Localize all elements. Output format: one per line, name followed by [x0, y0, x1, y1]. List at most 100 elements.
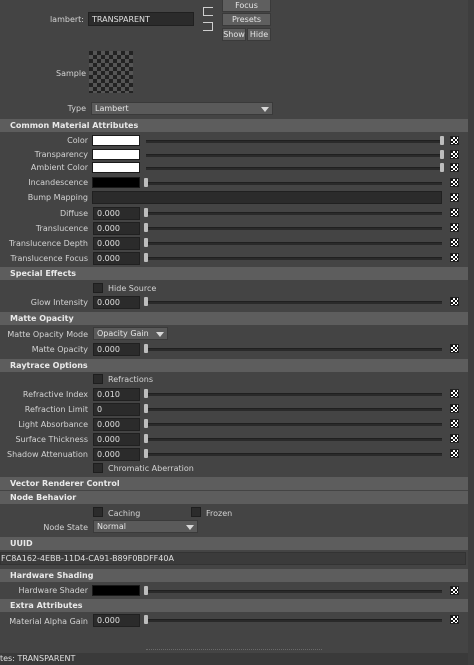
frozen-checkbox[interactable] — [191, 507, 201, 517]
ambient-color-slider-handle[interactable] — [440, 163, 444, 172]
refractive-index-slider-handle[interactable] — [144, 389, 148, 398]
section-matte-opacity[interactable]: Matte Opacity — [0, 312, 468, 325]
translucence-slider[interactable] — [146, 227, 442, 230]
node-state-dropdown[interactable]: Normal — [93, 520, 198, 533]
type-dropdown[interactable]: Lambert — [91, 102, 273, 115]
light-absorbance-map-icon[interactable] — [450, 419, 459, 428]
refraction-limit-slider[interactable] — [146, 408, 442, 411]
section-special-effects[interactable]: Special Effects — [0, 267, 468, 280]
color-map-icon[interactable] — [450, 136, 459, 145]
section-raytrace-options[interactable]: Raytrace Options — [0, 359, 468, 372]
surface-thickness-map-icon[interactable] — [450, 434, 459, 443]
show-button[interactable]: Show — [222, 28, 246, 41]
select-output-icon[interactable] — [203, 22, 213, 31]
material-name-field[interactable]: TRANSPARENT — [88, 12, 194, 26]
ambient-color-swatch[interactable] — [92, 162, 140, 173]
section-uuid[interactable]: UUID — [0, 537, 468, 550]
hide-button[interactable]: Hide — [247, 28, 271, 41]
refractive-index-field[interactable]: 0.010 — [93, 388, 140, 401]
transparency-map-icon[interactable] — [450, 150, 459, 159]
shadow-attenuation-slider-handle[interactable] — [144, 449, 148, 458]
matte-opacity-field[interactable]: 0.000 — [93, 343, 140, 356]
incandescence-map-icon[interactable] — [450, 178, 459, 187]
glow-intensity-map-icon[interactable] — [450, 297, 459, 306]
hardware-shader-swatch[interactable] — [92, 585, 140, 596]
hide-source-checkbox[interactable] — [93, 283, 103, 293]
scrollbar[interactable] — [468, 0, 474, 665]
refractive-index-map-icon[interactable] — [450, 389, 459, 398]
material-alpha-gain-field[interactable]: 0.000 — [93, 614, 140, 627]
shadow-attenuation-slider[interactable] — [146, 453, 442, 456]
ambient-color-map-icon[interactable] — [450, 163, 459, 172]
translucence-depth-field[interactable]: 0.000 — [93, 237, 140, 250]
glow-intensity-slider[interactable] — [146, 301, 442, 304]
uuid-field[interactable]: FC8A162-4EBB-11D4-CA91-B89F0BDFF40A — [0, 552, 466, 565]
refraction-limit-slider-handle[interactable] — [144, 404, 148, 413]
caching-checkbox[interactable] — [93, 507, 103, 517]
shadow-attenuation-map-icon[interactable] — [450, 449, 459, 458]
surface-thickness-slider-handle[interactable] — [144, 434, 148, 443]
section-node-behavior[interactable]: Node Behavior — [0, 491, 468, 504]
translucence-focus-map-icon[interactable] — [450, 253, 459, 262]
presets-button[interactable]: Presets — [222, 13, 271, 26]
section-hardware-shading[interactable]: Hardware Shading — [0, 569, 468, 582]
translucence-depth-slider[interactable] — [146, 242, 442, 245]
color-slider[interactable] — [146, 140, 442, 143]
light-absorbance-field[interactable]: 0.000 — [93, 418, 140, 431]
material-alpha-gain-slider-handle[interactable] — [144, 615, 148, 624]
transparency-swatch[interactable] — [92, 149, 140, 160]
hardware-shader-slider-handle[interactable] — [144, 586, 148, 595]
glow-intensity-field[interactable]: 0.000 — [93, 296, 140, 309]
bump-mapping-field[interactable] — [92, 191, 442, 204]
incandescence-label: Incandescence — [28, 178, 88, 187]
translucence-depth-slider-handle[interactable] — [144, 238, 148, 247]
refractive-index-slider[interactable] — [146, 393, 442, 396]
diffuse-slider-handle[interactable] — [144, 208, 148, 217]
incandescence-slider-handle[interactable] — [144, 178, 148, 187]
refraction-limit-map-icon[interactable] — [450, 404, 459, 413]
matte-opacity-slider[interactable] — [146, 348, 442, 351]
hardware-shader-slider[interactable] — [146, 590, 442, 593]
light-absorbance-slider-handle[interactable] — [144, 419, 148, 428]
hardware-shader-map-icon[interactable] — [450, 586, 459, 595]
section-extra-attributes[interactable]: Extra Attributes — [0, 599, 468, 612]
refractions-checkbox[interactable] — [93, 374, 103, 384]
translucence-focus-slider[interactable] — [146, 257, 442, 260]
glow-intensity-slider-handle[interactable] — [144, 297, 148, 306]
translucence-focus-field[interactable]: 0.000 — [93, 252, 140, 265]
material-alpha-gain-slider[interactable] — [146, 619, 442, 622]
diffuse-slider[interactable] — [146, 212, 442, 215]
chromatic-aberration-checkbox[interactable] — [93, 463, 103, 473]
focus-button[interactable]: Focus — [222, 0, 271, 12]
shadow-attenuation-field[interactable]: 0.000 — [93, 448, 140, 461]
translucence-slider-handle[interactable] — [144, 223, 148, 232]
translucence-depth-map-icon[interactable] — [450, 238, 459, 247]
matte-opacity-mode-dropdown[interactable]: Opacity Gain — [93, 327, 168, 340]
incandescence-slider[interactable] — [146, 182, 442, 185]
transparency-slider-handle[interactable] — [440, 150, 444, 159]
translucence-focus-slider-handle[interactable] — [144, 253, 148, 262]
surface-thickness-slider[interactable] — [146, 438, 442, 441]
transparency-slider[interactable] — [146, 154, 442, 157]
diffuse-field[interactable]: 0.000 — [93, 207, 140, 220]
translucence-focus-label: Translucence Focus — [10, 254, 88, 263]
section-common-material[interactable]: Common Material Attributes — [0, 119, 468, 132]
ambient-color-slider[interactable] — [146, 167, 442, 170]
translucence-map-icon[interactable] — [450, 223, 459, 232]
material-alpha-gain-map-icon[interactable] — [450, 615, 459, 624]
refraction-limit-field[interactable]: 0 — [93, 403, 140, 416]
bump-mapping-map-icon[interactable] — [450, 193, 459, 202]
color-swatch[interactable] — [92, 135, 140, 146]
incandescence-swatch[interactable] — [92, 177, 140, 188]
translucence-field[interactable]: 0.000 — [93, 222, 140, 235]
light-absorbance-slider[interactable] — [146, 423, 442, 426]
section-vector-renderer[interactable]: Vector Renderer Control — [0, 477, 468, 490]
diffuse-map-icon[interactable] — [450, 208, 459, 217]
select-input-icon[interactable] — [203, 7, 213, 16]
footer-divider[interactable] — [146, 649, 322, 650]
surface-thickness-field[interactable]: 0.000 — [93, 433, 140, 446]
matte-opacity-map-icon[interactable] — [450, 344, 459, 353]
matte-opacity-slider-handle[interactable] — [144, 344, 148, 353]
frozen-label: Frozen — [206, 509, 233, 518]
color-slider-handle[interactable] — [440, 136, 444, 145]
